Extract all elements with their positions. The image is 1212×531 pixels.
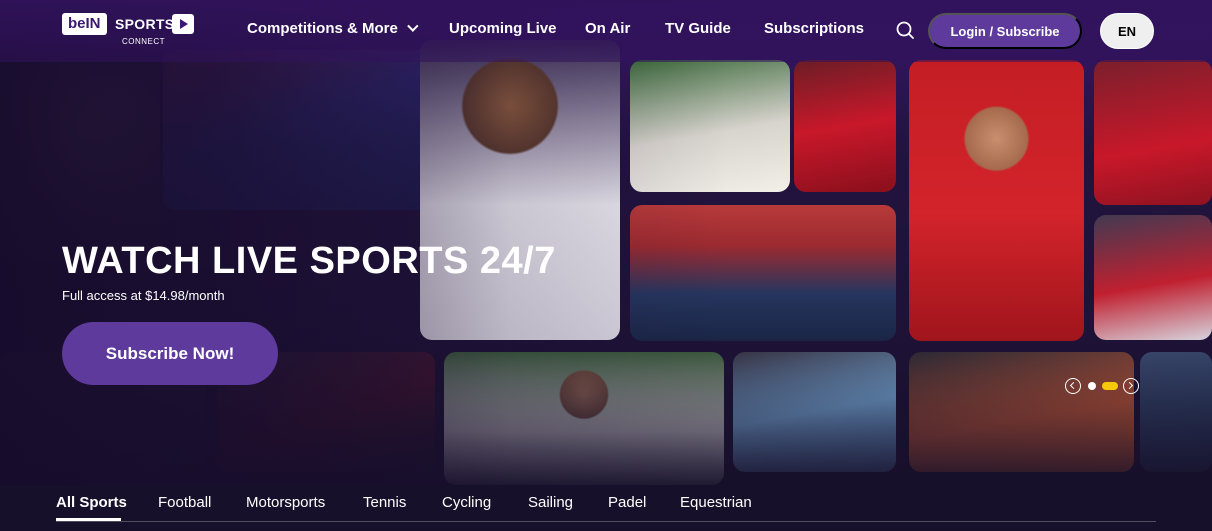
- carousel-dot-active[interactable]: [1102, 382, 1118, 390]
- nav-competitions-more[interactable]: Competitions & More: [247, 20, 419, 37]
- tab-padel[interactable]: Padel: [608, 494, 646, 511]
- carousel-controls: [1065, 378, 1141, 394]
- tab-motorsports[interactable]: Motorsports: [246, 494, 325, 511]
- logo-connect-text: CONNECT: [122, 37, 166, 46]
- logo-sports-text: SPORTS: [115, 16, 175, 32]
- top-nav: beIN SPORTS CONNECT Competitions & More …: [0, 0, 1212, 62]
- chevron-down-icon: [407, 20, 419, 32]
- nav-item-label: Competitions & More: [247, 20, 398, 37]
- sport-tabs: All Sports Football Motorsports Tennis C…: [0, 485, 1212, 531]
- nav-on-air[interactable]: On Air: [585, 20, 630, 37]
- tab-tennis[interactable]: Tennis: [363, 494, 406, 511]
- nav-tv-guide[interactable]: TV Guide: [665, 20, 731, 37]
- tab-cycling[interactable]: Cycling: [442, 494, 491, 511]
- carousel-dot[interactable]: [1088, 382, 1096, 390]
- play-icon: [172, 14, 194, 34]
- bein-sports-connect-logo[interactable]: beIN SPORTS CONNECT: [62, 13, 194, 49]
- tab-sailing[interactable]: Sailing: [528, 494, 573, 511]
- nav-upcoming-live[interactable]: Upcoming Live: [449, 20, 557, 37]
- hero-subtitle: Full access at $14.98/month: [62, 288, 225, 303]
- language-button[interactable]: EN: [1100, 13, 1154, 49]
- tab-equestrian[interactable]: Equestrian: [680, 494, 752, 511]
- hero-title: WATCH LIVE SPORTS 24/7: [62, 240, 556, 282]
- logo-bein-text: beIN: [62, 13, 107, 35]
- login-subscribe-button[interactable]: Login / Subscribe: [928, 13, 1082, 49]
- page: WATCH LIVE SPORTS 24/7 Full access at $1…: [0, 0, 1212, 531]
- search-icon[interactable]: [895, 20, 915, 40]
- tabs-divider: [56, 521, 1156, 522]
- hero-banner: WATCH LIVE SPORTS 24/7 Full access at $1…: [0, 0, 1212, 485]
- chevron-right-icon[interactable]: [1123, 378, 1139, 394]
- nav-subscriptions[interactable]: Subscriptions: [764, 20, 864, 37]
- active-tab-indicator: [56, 518, 121, 521]
- chevron-left-icon[interactable]: [1065, 378, 1081, 394]
- tab-all-sports[interactable]: All Sports: [56, 494, 127, 511]
- tab-football[interactable]: Football: [158, 494, 211, 511]
- subscribe-now-button[interactable]: Subscribe Now!: [62, 322, 278, 385]
